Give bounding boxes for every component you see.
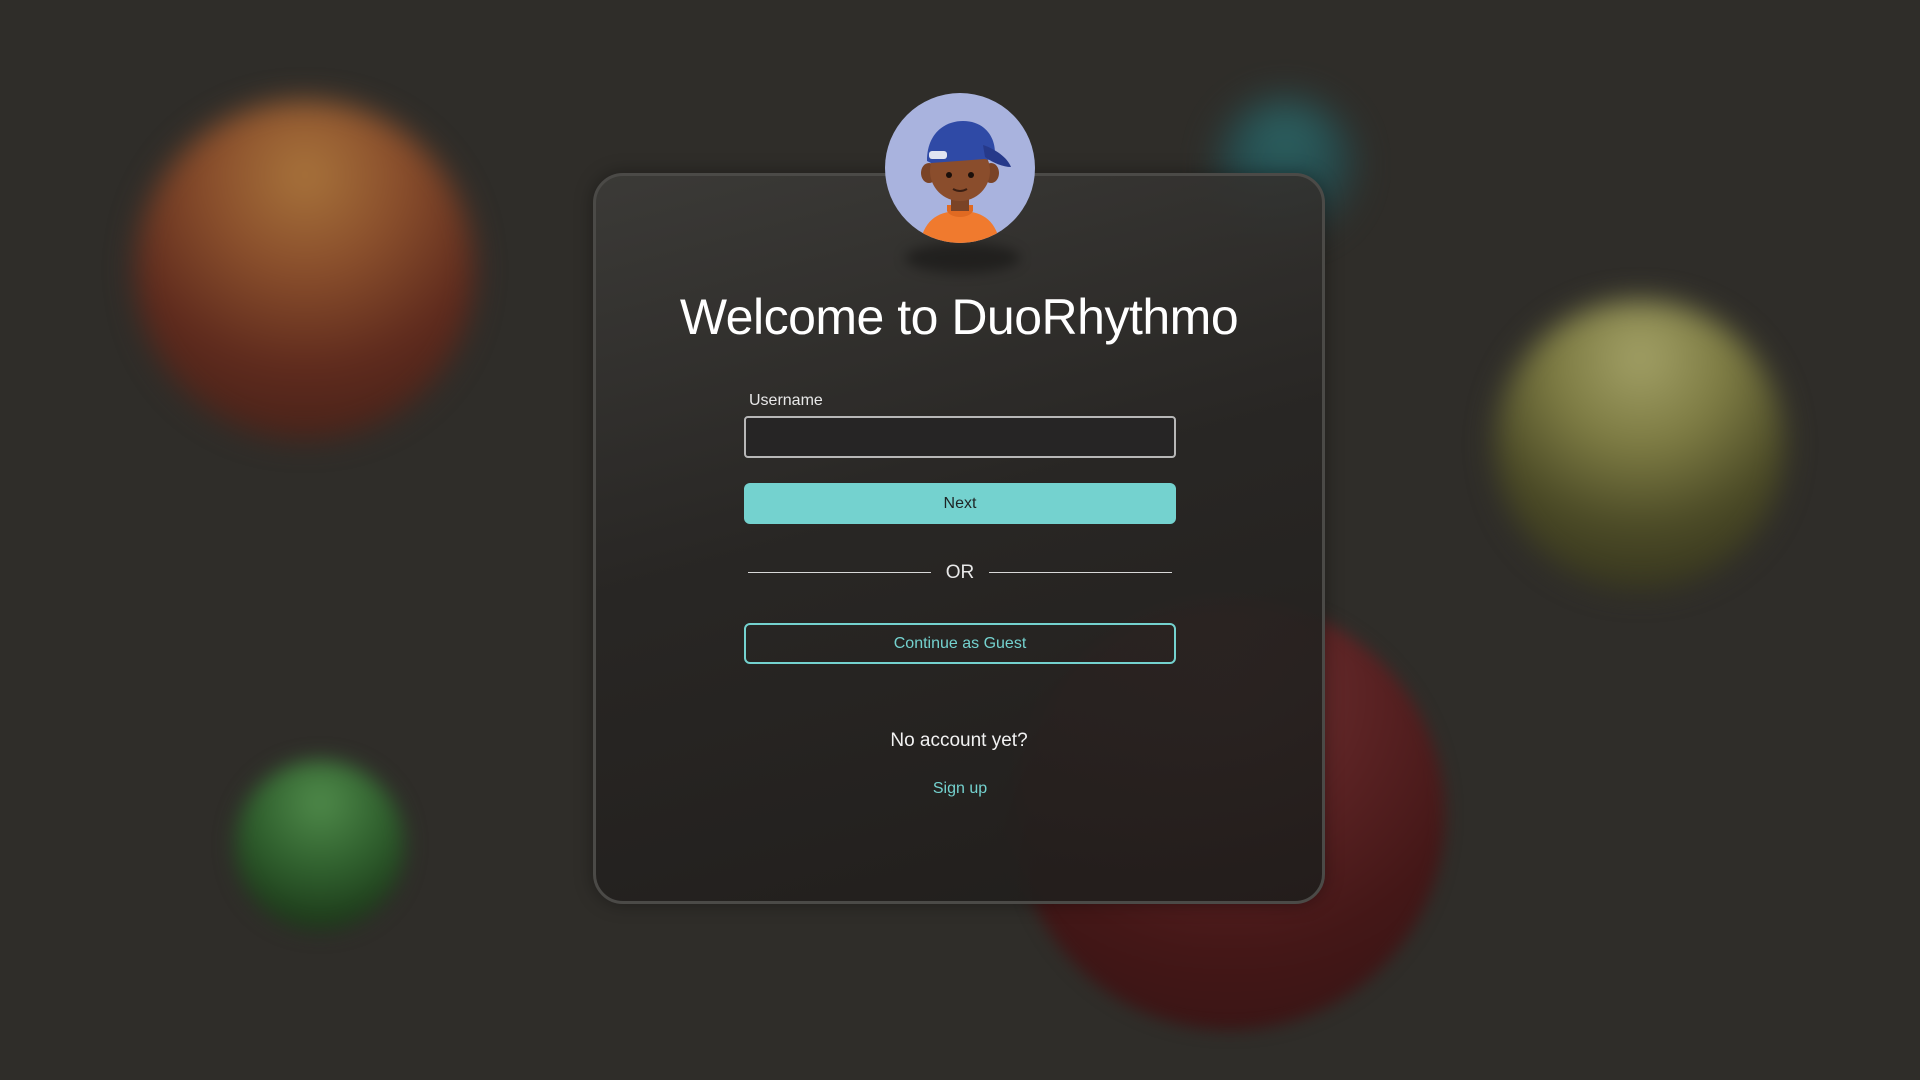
divider-line-right xyxy=(989,572,1172,573)
background-orb-green xyxy=(235,760,405,930)
divider-line-left xyxy=(748,572,931,573)
no-account-text: No account yet? xyxy=(890,730,1028,751)
background-orb-orange xyxy=(135,100,475,440)
page-title: Welcome to DuoRhythmo xyxy=(679,289,1239,345)
login-screen: Welcome to DuoRhythmo Username Next OR C… xyxy=(0,0,1920,1080)
user-avatar-cap-icon xyxy=(885,93,1035,243)
avatar xyxy=(885,93,1035,273)
sign-up-link[interactable]: Sign up xyxy=(910,780,1010,798)
avatar-shadow xyxy=(905,243,1020,273)
username-input[interactable] xyxy=(744,416,1176,458)
username-label: Username xyxy=(749,392,823,409)
divider-or-text: OR xyxy=(945,562,975,583)
continue-as-guest-button[interactable]: Continue as Guest xyxy=(744,623,1176,664)
next-button[interactable]: Next xyxy=(744,483,1176,524)
background-orb-olive xyxy=(1495,300,1785,590)
